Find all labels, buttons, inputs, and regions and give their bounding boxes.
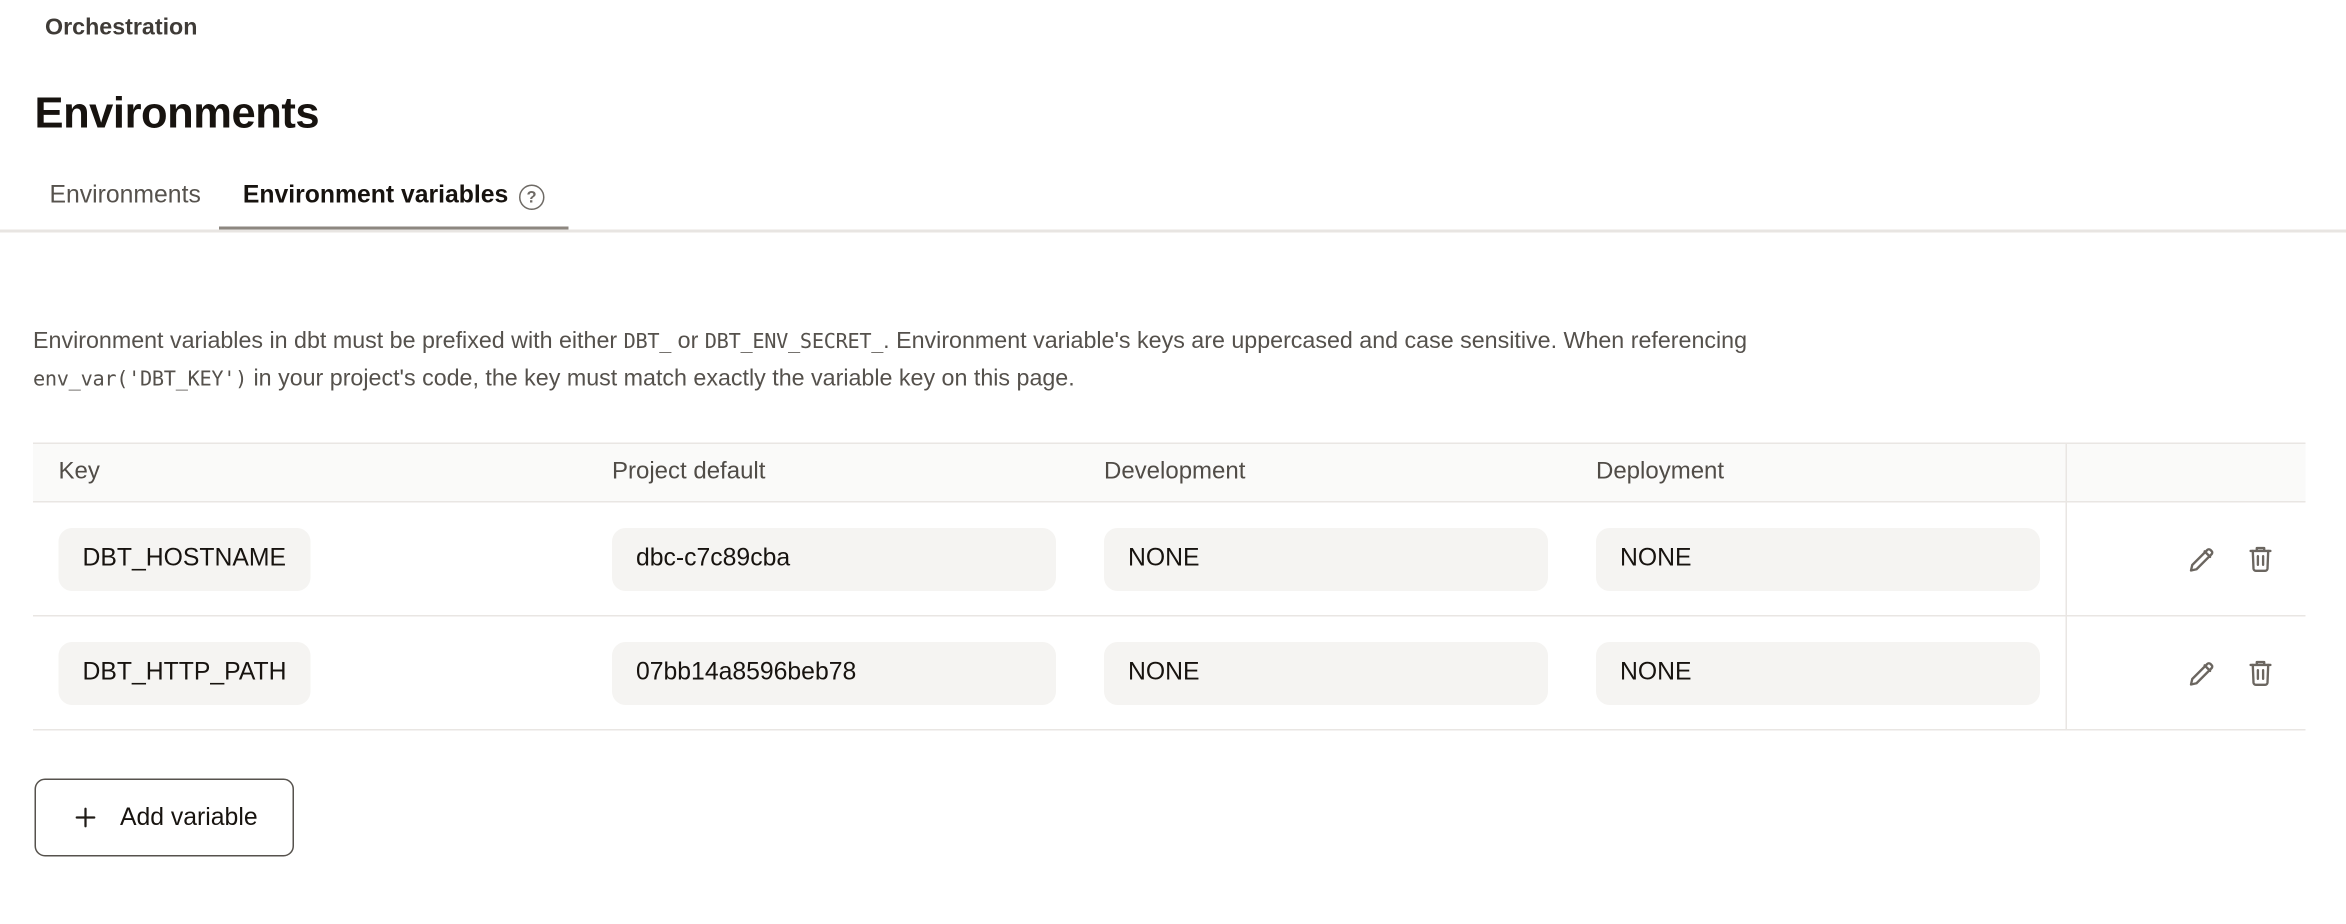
project-default-pill: dbc-c7c89cba [612,527,1056,590]
row-actions [2066,617,2306,730]
column-header-actions [2066,444,2306,501]
column-header-key: Key [33,459,612,486]
delete-button[interactable] [2243,541,2279,577]
table-row: DBT_HTTP_PATH 07bb14a8596beb78 NONE NONE [33,617,2306,731]
add-variable-label: Add variable [120,803,258,832]
tab-environment-variables-label: Environment variables [243,182,508,211]
edit-button[interactable] [2184,541,2220,577]
project-default-pill: 07bb14a8596beb78 [612,641,1056,704]
development-pill: NONE [1104,641,1548,704]
description-segment: Environment variables in dbt must be pre… [33,329,624,355]
deployment-pill: NONE [1596,527,2040,590]
row-actions [2066,503,2306,616]
edit-button[interactable] [2184,655,2220,691]
table-header-row: Key Project default Development Deployme… [33,443,2306,503]
trash-icon [2244,542,2277,575]
delete-button[interactable] [2243,655,2279,691]
tab-bar: Environments Environment variables ? [32,179,569,232]
trash-icon [2244,656,2277,689]
tab-environment-variables[interactable]: Environment variables ? [219,179,568,232]
table-row: DBT_HOSTNAME dbc-c7c89cba NONE NONE [33,503,2306,617]
description-segment: . Environment variable's keys are upperc… [883,329,1747,355]
column-header-development: Development [1104,459,1596,486]
tabs-divider [0,230,2346,232]
environment-variables-page: Orchestration Environments Environments … [0,0,2346,924]
column-header-deployment: Deployment [1596,459,2066,486]
description-segment: in your project's code, the key must mat… [247,365,1075,391]
pencil-icon [2186,656,2219,689]
tab-environments[interactable]: Environments [32,179,219,232]
deployment-pill: NONE [1596,641,2040,704]
help-icon[interactable]: ? [519,185,545,211]
page-title: Environments [35,90,320,140]
code-snippet: DBT_ENV_SECRET_ [705,330,883,354]
key-pill: DBT_HOSTNAME [59,527,311,590]
development-pill: NONE [1104,527,1548,590]
description-segment: or [671,329,705,355]
code-snippet: env_var('DBT_KEY') [33,367,247,391]
pencil-icon [2186,542,2219,575]
breadcrumb: Orchestration [45,15,197,42]
column-header-project-default: Project default [612,459,1104,486]
key-pill: DBT_HTTP_PATH [59,641,311,704]
code-snippet: DBT_ [624,330,672,354]
add-variable-button[interactable]: Add variable [35,779,294,857]
env-vars-table: Key Project default Development Deployme… [33,443,2306,731]
plus-icon [71,803,101,833]
tab-environments-label: Environments [50,182,201,211]
description-text: Environment variables in dbt must be pre… [33,324,2286,398]
